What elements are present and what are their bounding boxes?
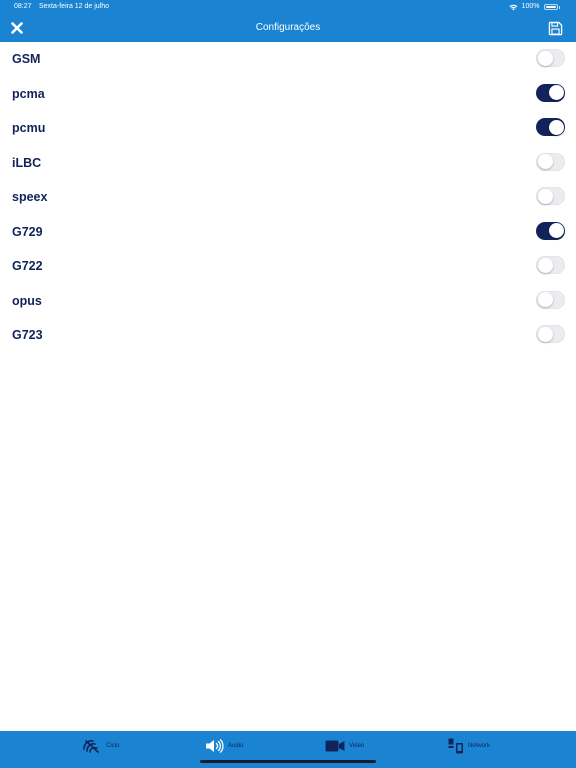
home-indicator xyxy=(200,760,376,763)
tab-video-label: Video xyxy=(349,743,365,749)
toggle-knob xyxy=(537,326,553,342)
codec-row-speex: speex xyxy=(0,180,576,215)
codec-row-pcmu: pcmu xyxy=(0,111,576,146)
codec-label: pcmu xyxy=(12,121,46,135)
battery-icon xyxy=(543,4,558,10)
status-date: Sexta-feira 12 de julho xyxy=(39,3,110,10)
codec-row-opus: opus xyxy=(0,284,576,319)
codec-toggle-g729[interactable] xyxy=(536,221,565,240)
toggle-knob xyxy=(537,257,553,273)
codec-row-ilbc: iLBC xyxy=(0,146,576,181)
codec-label: G723 xyxy=(12,328,43,342)
codec-label: GSM xyxy=(12,52,41,66)
status-right: 100% xyxy=(509,0,560,14)
tab-audio[interactable]: Audio xyxy=(205,737,243,755)
status-time: 08:27 xyxy=(14,3,32,10)
wifi-icon xyxy=(509,4,518,10)
codec-row-g729: G729 xyxy=(0,215,576,250)
toggle-knob xyxy=(548,85,564,100)
tab-audio-label: Audio xyxy=(228,743,244,749)
toggle-knob xyxy=(537,50,553,66)
codec-toggle-pcmu[interactable] xyxy=(536,118,565,136)
battery-tip xyxy=(558,5,560,9)
codec-list: GSM pcma pcmu iLBC speex G729 G722 opus G723 xyxy=(0,42,576,353)
codec-toggle-g722[interactable] xyxy=(536,256,565,274)
codec-row-pcma: pcma xyxy=(0,77,576,112)
codec-toggle-g723[interactable] xyxy=(536,325,565,343)
tab-calls-label: Ciclo xyxy=(106,743,120,749)
tab-network[interactable]: Network xyxy=(448,737,490,755)
network-icon xyxy=(448,738,463,754)
codec-label: pcma xyxy=(12,86,45,101)
tab-calls[interactable]: Ciclo xyxy=(82,737,119,755)
toggle-knob xyxy=(537,154,553,169)
toggle-knob xyxy=(548,223,564,238)
codec-row-gsm: GSM xyxy=(0,42,576,77)
battery-percent: 100% xyxy=(521,3,540,10)
codec-label: iLBC xyxy=(12,155,42,170)
codec-label: G729 xyxy=(12,224,43,239)
codec-label: opus xyxy=(12,293,42,308)
tab-network-label: Network xyxy=(468,743,491,749)
codec-toggle-pcma[interactable] xyxy=(536,83,565,102)
calls-icon xyxy=(83,740,99,753)
nav-header: Configurações xyxy=(0,14,576,42)
codec-row-g723: G723 xyxy=(0,318,576,353)
status-bar: 08:27 Sexta-feira 12 de julho 100% xyxy=(0,0,576,14)
codec-row-g722: G722 xyxy=(0,249,576,284)
codec-label: G722 xyxy=(12,259,43,273)
save-icon xyxy=(548,21,562,35)
page-title: Configurações xyxy=(255,22,321,33)
codec-toggle-gsm[interactable] xyxy=(536,49,565,67)
top-bar: 08:27 Sexta-feira 12 de julho 100% Confi… xyxy=(0,0,576,42)
toggle-knob xyxy=(537,188,553,204)
codec-toggle-speex[interactable] xyxy=(536,187,565,205)
tab-video[interactable]: Video xyxy=(325,737,364,755)
codec-toggle-ilbc[interactable] xyxy=(536,152,565,171)
codec-label: speex xyxy=(12,190,48,204)
speaker-icon xyxy=(206,739,224,753)
save-button[interactable] xyxy=(546,19,564,37)
codec-toggle-opus[interactable] xyxy=(536,290,565,309)
toggle-knob xyxy=(537,292,553,307)
settings-screen: 08:27 Sexta-feira 12 de julho 100% Confi… xyxy=(0,0,576,768)
toggle-knob xyxy=(548,119,564,135)
video-camera-icon xyxy=(325,740,345,752)
